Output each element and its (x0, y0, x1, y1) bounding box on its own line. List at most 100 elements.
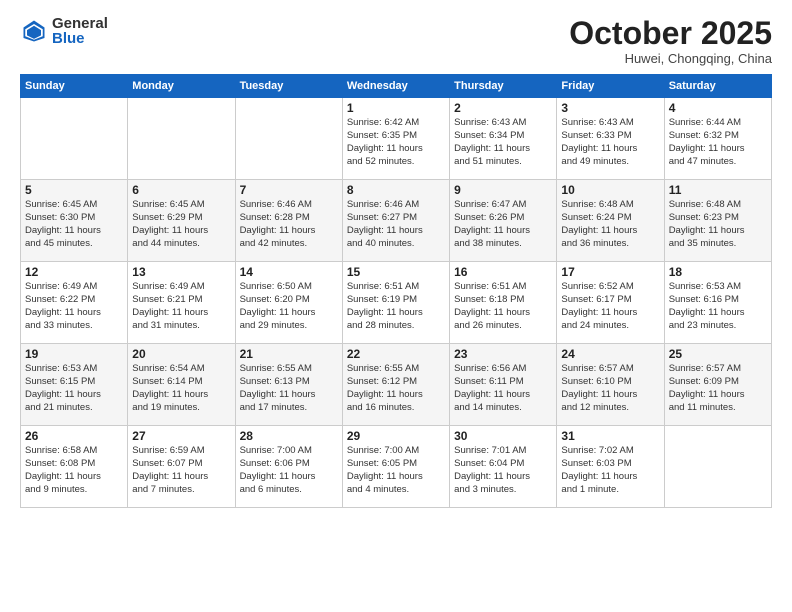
day-number: 23 (454, 347, 552, 361)
location: Huwei, Chongqing, China (569, 51, 772, 66)
day-number: 30 (454, 429, 552, 443)
calendar-cell: 13Sunrise: 6:49 AMSunset: 6:21 PMDayligh… (128, 262, 235, 344)
header: General Blue October 2025 Huwei, Chongqi… (20, 16, 772, 66)
day-number: 14 (240, 265, 338, 279)
day-info: Sunrise: 6:43 AMSunset: 6:33 PMDaylight:… (561, 117, 659, 168)
calendar-week-5: 26Sunrise: 6:58 AMSunset: 6:08 PMDayligh… (21, 426, 772, 508)
calendar-cell: 8Sunrise: 6:46 AMSunset: 6:27 PMDaylight… (342, 180, 449, 262)
calendar-cell: 6 Sunrise: 6:45 AMSunset: 6:29 PMDaylight… (128, 180, 235, 262)
day-number: 17 (561, 265, 659, 279)
day-info: Sunrise: 7:01 AMSunset: 6:04 PMDaylight:… (454, 445, 552, 496)
day-info: Sunrise: 6:43 AMSunset: 6:34 PMDaylight:… (454, 117, 552, 168)
day-number: 4 (669, 101, 767, 115)
calendar-cell (128, 98, 235, 180)
calendar-cell: 3Sunrise: 6:43 AMSunset: 6:33 PMDaylight… (557, 98, 664, 180)
calendar-cell: 1Sunrise: 6:42 AMSunset: 6:35 PMDaylight… (342, 98, 449, 180)
calendar-cell (21, 98, 128, 180)
day-number: 19 (25, 347, 123, 361)
calendar-cell: 15 Sunrise: 6:51 AMSunset: 6:19 PMDayligh… (342, 262, 449, 344)
day-info: Sunrise: 6:50 AMSunset: 6:20 PMDaylight:… (240, 281, 338, 332)
calendar-cell: 2 Sunrise: 6:43 AMSunset: 6:34 PMDaylight… (450, 98, 557, 180)
logo: General Blue (20, 16, 108, 46)
day-info: Sunrise: 6:48 AMSunset: 6:23 PMDaylight:… (669, 199, 767, 250)
day-number: 16 (454, 265, 552, 279)
logo-icon (20, 17, 48, 45)
calendar-week-2: 5 Sunrise: 6:45 AMSunset: 6:30 PMDaylight… (21, 180, 772, 262)
day-number: 29 (347, 429, 445, 443)
day-info: Sunrise: 6:57 AMSunset: 6:10 PMDaylight:… (561, 363, 659, 414)
weekday-header-row: SundayMondayTuesdayWednesdayThursdayFrid… (21, 75, 772, 98)
calendar-cell: 28Sunrise: 7:00 AMSunset: 6:06 PMDayligh… (235, 426, 342, 508)
day-number: 15 (347, 265, 445, 279)
day-number: 22 (347, 347, 445, 361)
day-info: Sunrise: 6:57 AMSunset: 6:09 PMDaylight:… (669, 363, 767, 414)
day-number: 9 (454, 183, 552, 197)
day-number: 6 (132, 183, 230, 197)
day-number: 25 (669, 347, 767, 361)
logo-blue: Blue (52, 31, 108, 46)
day-info: Sunrise: 6:51 AMSunset: 6:19 PMDaylight:… (347, 281, 445, 332)
day-info: Sunrise: 6:59 AMSunset: 6:07 PMDaylight:… (132, 445, 230, 496)
calendar-cell: 16 Sunrise: 6:51 AMSunset: 6:18 PMDayligh… (450, 262, 557, 344)
day-info: Sunrise: 6:44 AMSunset: 6:32 PMDaylight:… (669, 117, 767, 168)
weekday-header-sunday: Sunday (21, 75, 128, 98)
calendar-cell: 25 Sunrise: 6:57 AMSunset: 6:09 PMDayligh… (664, 344, 771, 426)
calendar-cell: 18Sunrise: 6:53 AMSunset: 6:16 PMDayligh… (664, 262, 771, 344)
calendar-cell: 7 Sunrise: 6:46 AMSunset: 6:28 PMDaylight… (235, 180, 342, 262)
day-number: 31 (561, 429, 659, 443)
weekday-header-wednesday: Wednesday (342, 75, 449, 98)
calendar-cell: 30 Sunrise: 7:01 AMSunset: 6:04 PMDayligh… (450, 426, 557, 508)
weekday-header-thursday: Thursday (450, 75, 557, 98)
calendar-cell: 9 Sunrise: 6:47 AMSunset: 6:26 PMDaylight… (450, 180, 557, 262)
calendar-week-4: 19 Sunrise: 6:53 AMSunset: 6:15 PMDayligh… (21, 344, 772, 426)
calendar-week-1: 1Sunrise: 6:42 AMSunset: 6:35 PMDaylight… (21, 98, 772, 180)
page: General Blue October 2025 Huwei, Chongqi… (0, 0, 792, 612)
logo-text: General Blue (52, 16, 108, 46)
day-info: Sunrise: 6:55 AMSunset: 6:12 PMDaylight:… (347, 363, 445, 414)
day-info: Sunrise: 6:46 AMSunset: 6:28 PMDaylight:… (240, 199, 338, 250)
weekday-header-saturday: Saturday (664, 75, 771, 98)
day-number: 2 (454, 101, 552, 115)
calendar-cell: 10 Sunrise: 6:48 AMSunset: 6:24 PMDayligh… (557, 180, 664, 262)
day-number: 12 (25, 265, 123, 279)
day-number: 10 (561, 183, 659, 197)
day-info: Sunrise: 6:47 AMSunset: 6:26 PMDaylight:… (454, 199, 552, 250)
day-number: 8 (347, 183, 445, 197)
day-info: Sunrise: 6:45 AMSunset: 6:29 PMDaylight:… (132, 199, 230, 250)
day-number: 7 (240, 183, 338, 197)
calendar-cell: 20Sunrise: 6:54 AMSunset: 6:14 PMDayligh… (128, 344, 235, 426)
day-info: Sunrise: 6:53 AMSunset: 6:16 PMDaylight:… (669, 281, 767, 332)
day-number: 27 (132, 429, 230, 443)
calendar-cell: 31 Sunrise: 7:02 AMSunset: 6:03 PMDayligh… (557, 426, 664, 508)
weekday-header-friday: Friday (557, 75, 664, 98)
day-number: 21 (240, 347, 338, 361)
calendar-cell: 26Sunrise: 6:58 AMSunset: 6:08 PMDayligh… (21, 426, 128, 508)
calendar-cell: 19 Sunrise: 6:53 AMSunset: 6:15 PMDayligh… (21, 344, 128, 426)
day-info: Sunrise: 6:53 AMSunset: 6:15 PMDaylight:… (25, 363, 123, 414)
day-info: Sunrise: 6:58 AMSunset: 6:08 PMDaylight:… (25, 445, 123, 496)
day-number: 11 (669, 183, 767, 197)
calendar-cell: 12 Sunrise: 6:49 AMSunset: 6:22 PMDayligh… (21, 262, 128, 344)
day-number: 5 (25, 183, 123, 197)
weekday-header-tuesday: Tuesday (235, 75, 342, 98)
calendar-cell: 17 Sunrise: 6:52 AMSunset: 6:17 PMDayligh… (557, 262, 664, 344)
day-number: 24 (561, 347, 659, 361)
title-block: October 2025 Huwei, Chongqing, China (569, 16, 772, 66)
day-info: Sunrise: 6:45 AMSunset: 6:30 PMDaylight:… (25, 199, 123, 250)
day-info: Sunrise: 6:51 AMSunset: 6:18 PMDaylight:… (454, 281, 552, 332)
day-info: Sunrise: 6:55 AMSunset: 6:13 PMDaylight:… (240, 363, 338, 414)
calendar-cell (664, 426, 771, 508)
day-info: Sunrise: 7:00 AMSunset: 6:05 PMDaylight:… (347, 445, 445, 496)
day-info: Sunrise: 6:48 AMSunset: 6:24 PMDaylight:… (561, 199, 659, 250)
day-info: Sunrise: 6:52 AMSunset: 6:17 PMDaylight:… (561, 281, 659, 332)
day-number: 13 (132, 265, 230, 279)
calendar-cell: 23Sunrise: 6:56 AMSunset: 6:11 PMDayligh… (450, 344, 557, 426)
calendar-cell: 22 Sunrise: 6:55 AMSunset: 6:12 PMDayligh… (342, 344, 449, 426)
calendar-cell: 24 Sunrise: 6:57 AMSunset: 6:10 PMDayligh… (557, 344, 664, 426)
day-info: Sunrise: 7:02 AMSunset: 6:03 PMDaylight:… (561, 445, 659, 496)
day-number: 20 (132, 347, 230, 361)
calendar-table: SundayMondayTuesdayWednesdayThursdayFrid… (20, 74, 772, 508)
logo-general: General (52, 16, 108, 31)
day-info: Sunrise: 6:49 AMSunset: 6:22 PMDaylight:… (25, 281, 123, 332)
weekday-header-monday: Monday (128, 75, 235, 98)
